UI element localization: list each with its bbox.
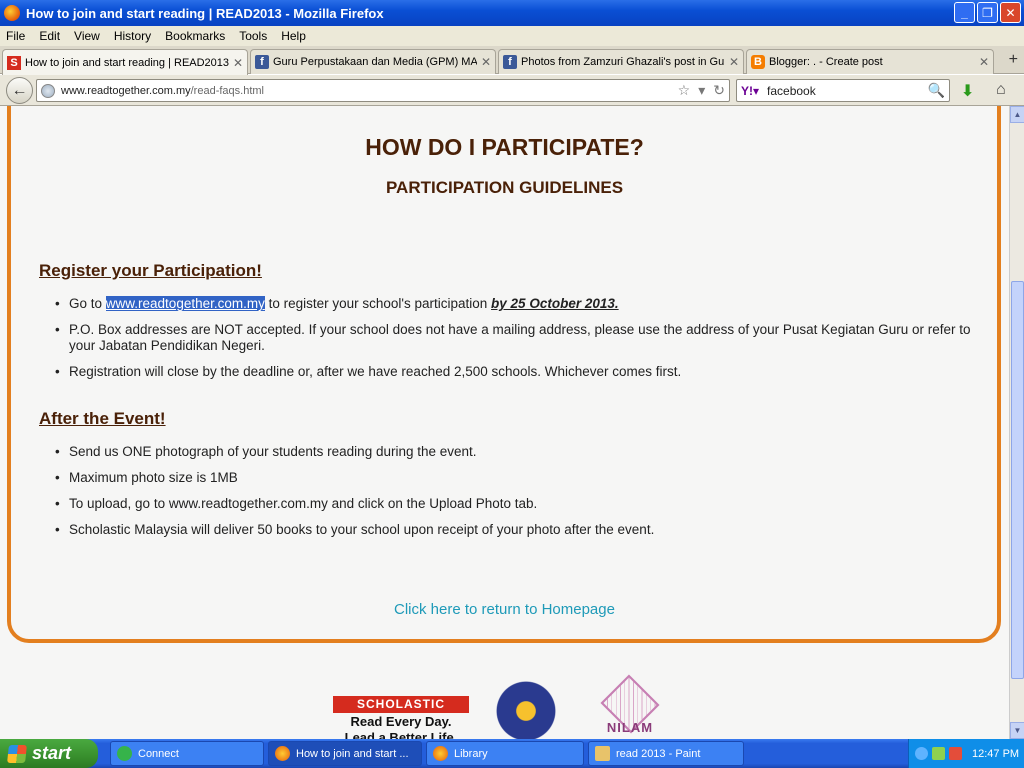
- navigation-bar: ← www.readtogether.com.my/read-faqs.html…: [0, 75, 1024, 106]
- clock: 12:47 PM: [972, 747, 1020, 760]
- window-title: How to join and start reading | READ2013…: [26, 5, 384, 21]
- menu-edit[interactable]: Edit: [32, 29, 67, 43]
- list-item: P.O. Box addresses are NOT accepted. If …: [55, 322, 975, 354]
- register-section-title: Register your Participation!: [39, 261, 262, 280]
- nilam-logo: NILAM: [592, 674, 668, 739]
- tab-guru-perpustakaan[interactable]: f Guru Perpustakaan dan Media (GPM) MA..…: [250, 49, 496, 74]
- tab-bar: S How to join and start reading | READ20…: [0, 46, 1024, 75]
- download-icon[interactable]: ⬇: [961, 81, 974, 101]
- task-library[interactable]: Library: [426, 741, 584, 766]
- search-input[interactable]: Y!▾ facebook 🔍: [736, 79, 950, 102]
- task-connect[interactable]: Connect: [110, 741, 264, 766]
- paint-icon: [595, 746, 610, 761]
- list-item: Send us ONE photograph of your students …: [55, 444, 975, 460]
- scholastic-icon: S: [7, 55, 21, 70]
- list-item: To upload, go to www.readtogether.com.my…: [55, 496, 975, 512]
- scroll-up-icon[interactable]: ▲: [1010, 106, 1024, 123]
- vertical-scrollbar[interactable]: ▲ ▼: [1009, 106, 1024, 739]
- list-item: Maximum photo size is 1MB: [55, 470, 975, 486]
- page-content: HOW DO I PARTICIPATE? PARTICIPATION GUID…: [0, 106, 1009, 739]
- tab-close-icon[interactable]: ✕: [729, 55, 739, 69]
- return-home-link[interactable]: Click here to return to Homepage: [0, 601, 1009, 618]
- firefox-icon: [4, 5, 20, 21]
- menu-tools[interactable]: Tools: [232, 29, 274, 43]
- firefox-icon: [433, 746, 448, 761]
- sponsor-logos: SCHOLASTIC Read Every Day. Lead a Better…: [0, 674, 1009, 739]
- menu-bookmarks[interactable]: Bookmarks: [158, 29, 232, 43]
- window-title-bar: How to join and start reading | READ2013…: [0, 0, 1024, 26]
- page-subtitle: PARTICIPATION GUIDELINES: [385, 178, 624, 197]
- reload-icon[interactable]: ↻: [713, 82, 725, 99]
- menu-file[interactable]: File: [0, 29, 32, 43]
- url-text[interactable]: www.readtogether.com.my/read-faqs.html: [61, 85, 264, 97]
- globe-icon: [41, 83, 55, 98]
- windows-logo-icon: [7, 744, 27, 763]
- url-bar[interactable]: www.readtogether.com.my/read-faqs.html ☆…: [36, 79, 730, 102]
- menu-history[interactable]: History: [107, 29, 158, 43]
- back-button[interactable]: ←: [6, 77, 33, 104]
- menu-bar: File Edit View History Bookmarks Tools H…: [0, 26, 1024, 46]
- menu-view[interactable]: View: [67, 29, 107, 43]
- new-tab-icon[interactable]: +: [1009, 51, 1018, 69]
- system-tray: 12:47 PM: [908, 739, 1024, 768]
- list-item: Go to www.readtogether.com.my to registe…: [55, 296, 975, 312]
- page-title: HOW DO I PARTICIPATE?: [365, 134, 644, 160]
- tab-read2013[interactable]: S How to join and start reading | READ20…: [2, 49, 248, 75]
- readtogether-link[interactable]: www.readtogether.com.my: [105, 296, 265, 311]
- scrollbar-thumb[interactable]: [1011, 281, 1024, 679]
- after-event-list: Send us ONE photograph of your students …: [55, 444, 975, 548]
- tab-blogger[interactable]: B Blogger: . - Create post ✕: [746, 49, 994, 74]
- ministry-education-logo: [493, 678, 559, 739]
- firefox-icon: [275, 746, 290, 761]
- start-button[interactable]: start: [0, 739, 98, 768]
- yahoo-icon[interactable]: Y!▾: [741, 84, 759, 98]
- scholastic-logo[interactable]: SCHOLASTIC Read Every Day. Lead a Better…: [333, 696, 469, 739]
- tray-expand-icon[interactable]: [915, 747, 928, 760]
- scroll-down-icon[interactable]: ▼: [1010, 722, 1024, 739]
- shield-icon[interactable]: [949, 747, 962, 760]
- chevron-down-icon[interactable]: ▾: [698, 82, 705, 99]
- after-event-section-title: After the Event!: [39, 409, 166, 428]
- menu-help[interactable]: Help: [274, 29, 313, 43]
- task-paint[interactable]: read 2013 - Paint: [588, 741, 744, 766]
- facebook-icon: f: [255, 55, 269, 69]
- windows-taskbar: start Connect How to join and start ... …: [0, 739, 1024, 768]
- task-firefox[interactable]: How to join and start ...: [268, 741, 422, 766]
- minimize-button[interactable]: _: [954, 2, 975, 23]
- search-icon[interactable]: 🔍: [928, 82, 945, 99]
- tab-close-icon[interactable]: ✕: [481, 55, 491, 69]
- tab-close-icon[interactable]: ✕: [979, 55, 989, 69]
- tab-close-icon[interactable]: ✕: [233, 56, 243, 70]
- restore-button[interactable]: ❐: [977, 2, 998, 23]
- tray-app-icon[interactable]: [932, 747, 945, 760]
- blogger-icon: B: [751, 55, 765, 69]
- facebook-icon: f: [503, 55, 517, 69]
- close-window-button[interactable]: ✕: [1000, 2, 1021, 23]
- tab-photos-zamzuri[interactable]: f Photos from Zamzuri Ghazali's post in …: [498, 49, 744, 74]
- connect-icon: [117, 746, 132, 761]
- list-item: Scholastic Malaysia will deliver 50 book…: [55, 522, 975, 538]
- bookmark-star-icon[interactable]: ☆: [678, 82, 691, 99]
- list-item: Registration will close by the deadline …: [55, 364, 975, 380]
- home-icon[interactable]: ⌂: [996, 81, 1006, 99]
- deadline-text: by 25 October 2013.: [491, 296, 619, 311]
- register-list: Go to www.readtogether.com.my to registe…: [55, 296, 975, 390]
